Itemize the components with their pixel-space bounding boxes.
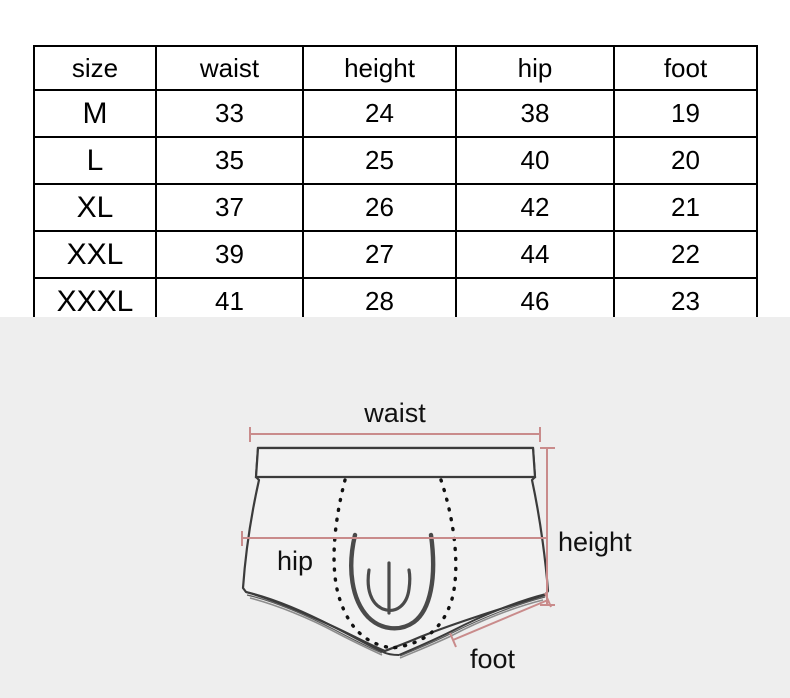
table-row: L 35 25 40 20 bbox=[33, 136, 758, 185]
column-header-size: size bbox=[33, 45, 157, 91]
cell-waist: 39 bbox=[155, 230, 304, 279]
cell-waist: 37 bbox=[155, 183, 304, 232]
cell-size: XXL bbox=[33, 230, 157, 279]
cell-foot: 19 bbox=[613, 89, 758, 138]
table-row: XL 37 26 42 21 bbox=[33, 183, 758, 232]
table-row: XXL 39 27 44 22 bbox=[33, 230, 758, 279]
waist-measurement bbox=[249, 427, 541, 442]
cell-height: 25 bbox=[302, 136, 457, 185]
cell-size: XL bbox=[33, 183, 157, 232]
size-chart-page: size waist height hip foot M 33 24 38 19… bbox=[0, 0, 790, 698]
cell-hip: 42 bbox=[455, 183, 615, 232]
column-header-waist: waist bbox=[155, 45, 304, 91]
cell-waist: 33 bbox=[155, 89, 304, 138]
crotch-notch bbox=[382, 651, 400, 656]
cell-size: L bbox=[33, 136, 157, 185]
column-header-hip: hip bbox=[455, 45, 615, 91]
table-row: M 33 24 38 19 bbox=[33, 89, 758, 138]
waist-label: waist bbox=[363, 398, 426, 428]
cell-size: M bbox=[33, 89, 157, 138]
cell-hip: 44 bbox=[455, 230, 615, 279]
cell-hip: 40 bbox=[455, 136, 615, 185]
column-header-foot: foot bbox=[613, 45, 758, 91]
cell-height: 24 bbox=[302, 89, 457, 138]
waistband bbox=[254, 446, 537, 479]
measurement-diagram-region: waist hip height foot bbox=[0, 317, 790, 698]
cell-foot: 22 bbox=[613, 230, 758, 279]
cell-foot: 20 bbox=[613, 136, 758, 185]
boxer-brief-diagram: waist hip height foot bbox=[241, 398, 632, 674]
cell-waist: 35 bbox=[155, 136, 304, 185]
cell-foot: 21 bbox=[613, 183, 758, 232]
size-table-region: size waist height hip foot M 33 24 38 19… bbox=[0, 0, 790, 326]
size-table: size waist height hip foot M 33 24 38 19… bbox=[33, 45, 758, 326]
foot-label: foot bbox=[470, 644, 516, 674]
hip-label: hip bbox=[277, 546, 313, 576]
cell-height: 26 bbox=[302, 183, 457, 232]
column-header-height: height bbox=[302, 45, 457, 91]
cell-height: 27 bbox=[302, 230, 457, 279]
table-header-row: size waist height hip foot bbox=[33, 45, 758, 91]
cell-hip: 38 bbox=[455, 89, 615, 138]
height-label: height bbox=[558, 527, 632, 557]
